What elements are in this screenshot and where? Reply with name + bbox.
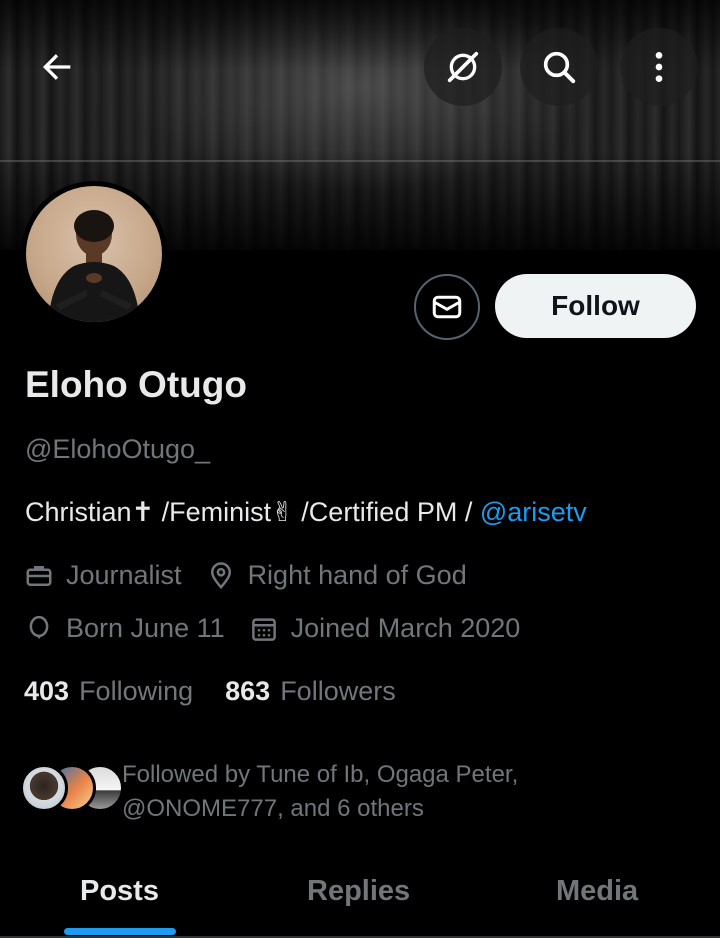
tab-posts[interactable]: Posts — [80, 875, 159, 908]
bio-mention-link[interactable]: @arisetv — [480, 497, 587, 527]
location-text: Right hand of God — [247, 560, 467, 590]
follow-stats: 403 Following 863 Followers — [24, 676, 428, 707]
avatar-photo — [26, 186, 162, 322]
balloon-icon — [29, 615, 49, 639]
profile-name: Eloho Otugo — [25, 364, 247, 405]
profile-page: Follow Eloho Otugo @ElohoOtugo_ Christia… — [0, 0, 720, 938]
more-vertical-icon — [655, 52, 663, 82]
envelope-icon — [432, 295, 462, 319]
follow-button[interactable]: Follow — [495, 274, 696, 338]
search-icon — [543, 51, 576, 84]
grok-icon — [447, 51, 479, 83]
profile-meta-row-1: Journalist Right hand of God — [24, 560, 491, 591]
followers-count: 863 — [225, 676, 271, 706]
banner-stage-line — [0, 160, 720, 162]
birthday-item: Born June 11 — [24, 613, 225, 644]
message-button[interactable] — [414, 274, 480, 340]
bio-text: Christian✝ /Feminist✌ /Certified PM / — [25, 497, 480, 527]
profile-meta-row-2: Born June 11 Joined March 2020 — [24, 613, 544, 644]
followers-link[interactable]: 863 Followers — [225, 676, 396, 707]
back-button[interactable] — [18, 28, 96, 106]
search-button[interactable] — [520, 28, 598, 106]
location-item: Right hand of God — [206, 560, 467, 591]
active-tab-indicator — [64, 928, 176, 935]
grok-button[interactable] — [424, 28, 502, 106]
location-pin-icon — [210, 561, 231, 589]
followed-by-text: Followed by Tune of Ib, Ogaga Peter, @ON… — [122, 761, 519, 822]
profile-avatar[interactable] — [21, 181, 167, 327]
profile-tabs: Posts Replies Media — [0, 855, 720, 938]
following-label: Following — [79, 676, 194, 706]
tab-media[interactable]: Media — [556, 875, 638, 908]
more-options-button[interactable] — [620, 28, 698, 106]
profile-bio: Christian✝ /Feminist✌ /Certified PM / @a… — [25, 497, 587, 528]
joined-text: Joined March 2020 — [290, 613, 521, 643]
calendar-icon — [251, 617, 276, 641]
followed-by-section[interactable]: Followed by Tune of Ib, Ogaga Peter, @ON… — [20, 758, 700, 828]
following-link[interactable]: 403 Following — [24, 676, 193, 707]
occupation-item: Journalist — [24, 560, 182, 591]
birthday-text: Born June 11 — [66, 613, 225, 643]
tab-replies[interactable]: Replies — [307, 875, 410, 908]
follower-avatar-1 — [20, 764, 68, 812]
arrow-left-icon — [43, 54, 71, 80]
following-count: 403 — [24, 676, 70, 706]
briefcase-icon — [26, 565, 52, 586]
occupation-text: Journalist — [66, 560, 182, 590]
profile-handle: @ElohoOtugo_ — [25, 434, 211, 464]
avatar-portrait — [48, 210, 140, 322]
followers-label: Followers — [280, 676, 396, 706]
joined-item: Joined March 2020 — [249, 613, 521, 644]
